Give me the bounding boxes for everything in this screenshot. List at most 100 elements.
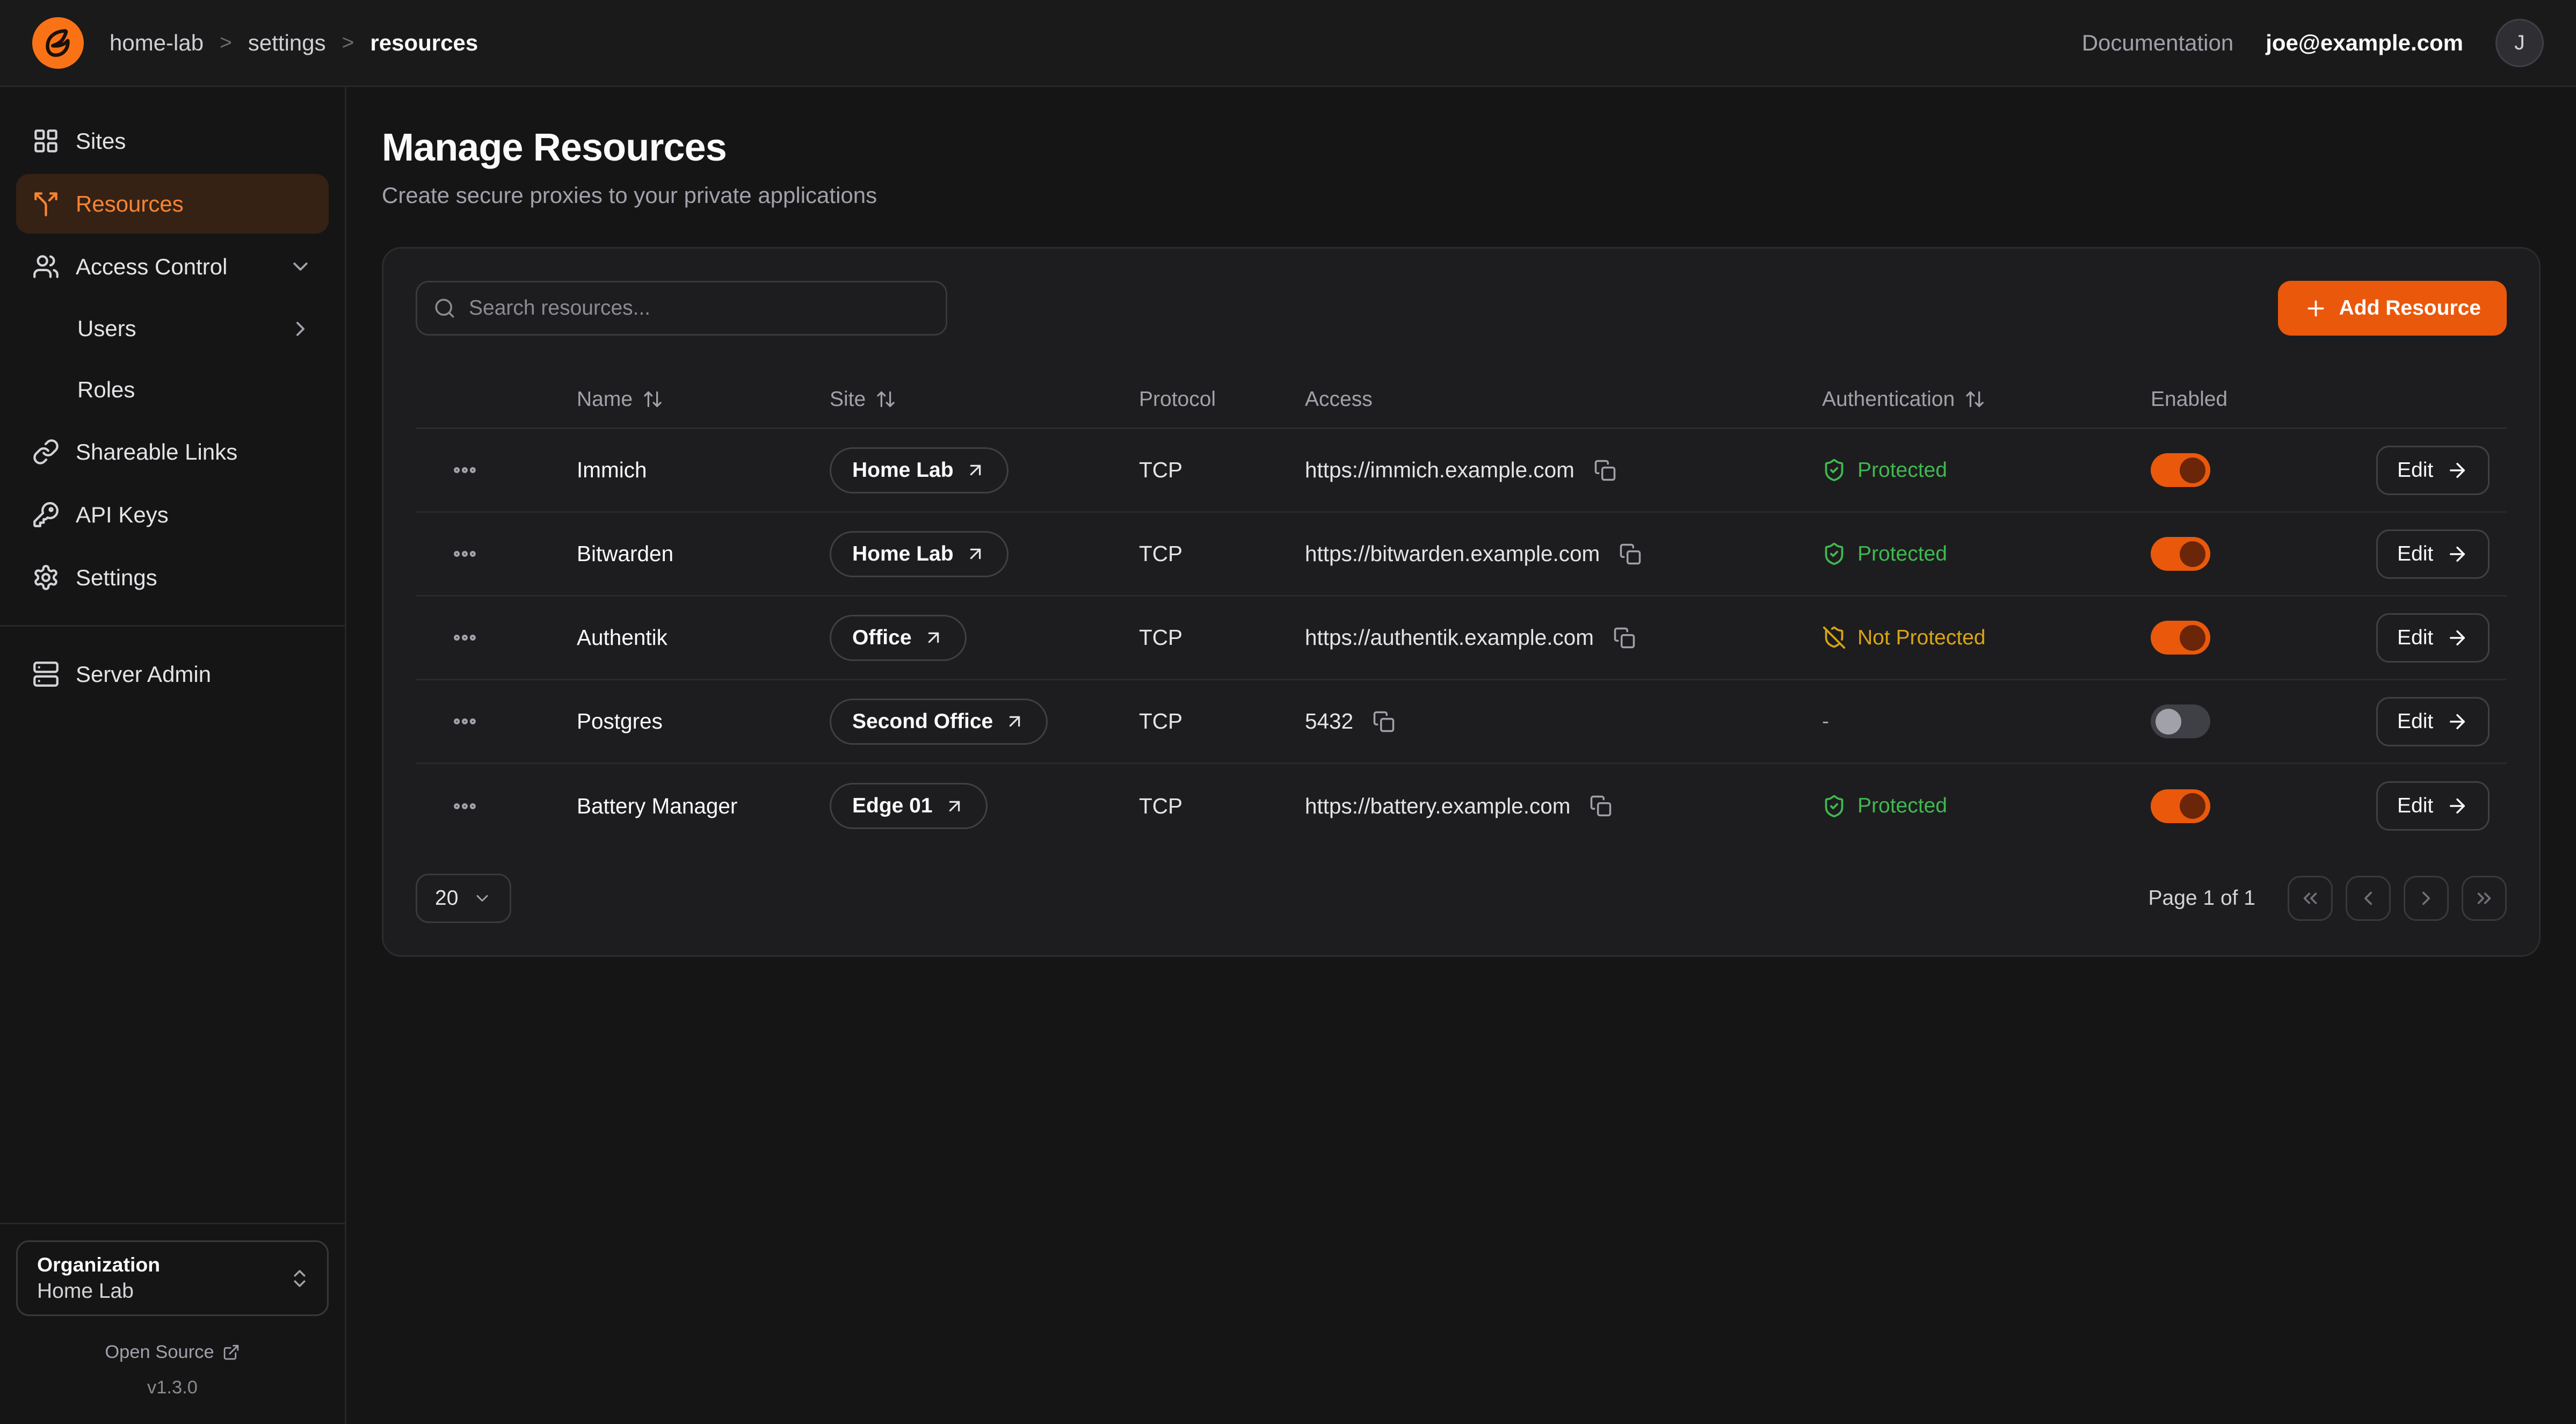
topbar: home-lab > settings > resources Document… bbox=[0, 0, 2576, 87]
split-icon bbox=[32, 190, 60, 217]
arrow-right-icon bbox=[2446, 795, 2469, 817]
sidebar-item-sites[interactable]: Sites bbox=[16, 111, 329, 171]
server-icon bbox=[32, 660, 60, 688]
first-page-button[interactable] bbox=[2288, 876, 2333, 921]
copy-button[interactable] bbox=[1369, 707, 1398, 736]
site-link[interactable]: Home Lab bbox=[830, 531, 1008, 577]
table-row: Immich Home Lab TCP https://immich.examp… bbox=[416, 429, 2507, 513]
auth-badge: - bbox=[1822, 710, 1829, 733]
breadcrumb-home-lab[interactable]: home-lab bbox=[110, 30, 204, 56]
access-url: https://battery.example.com bbox=[1305, 794, 1570, 819]
site-link[interactable]: Home Lab bbox=[830, 447, 1008, 493]
add-resource-button[interactable]: Add Resource bbox=[2278, 281, 2507, 336]
row-menu-button[interactable] bbox=[445, 534, 485, 574]
header-protocol: Protocol bbox=[1139, 388, 1305, 411]
page-info: Page 1 of 1 bbox=[2149, 887, 2256, 910]
avatar[interactable]: J bbox=[2495, 19, 2544, 67]
access-url: https://bitwarden.example.com bbox=[1305, 541, 1600, 566]
edit-button[interactable]: Edit bbox=[2376, 446, 2490, 495]
resource-name: Battery Manager bbox=[577, 794, 830, 819]
ellipsis-icon bbox=[451, 456, 478, 484]
enabled-toggle[interactable] bbox=[2151, 453, 2210, 487]
sidebar-item-shareable-links[interactable]: Shareable Links bbox=[16, 422, 329, 482]
page-size-value: 20 bbox=[435, 887, 458, 910]
page-size-select[interactable]: 20 bbox=[416, 874, 511, 923]
protocol-cell: TCP bbox=[1139, 541, 1305, 566]
sidebar-item-roles[interactable]: Roles bbox=[16, 361, 329, 419]
sidebar-item-label: Access Control bbox=[76, 254, 227, 280]
link-icon bbox=[32, 438, 60, 466]
sidebar-item-label: Users bbox=[77, 316, 136, 342]
copy-button[interactable] bbox=[1610, 623, 1639, 652]
last-page-button[interactable] bbox=[2462, 876, 2507, 921]
header-name[interactable]: Name bbox=[577, 388, 830, 411]
enabled-toggle[interactable] bbox=[2151, 621, 2210, 655]
chevrons-up-down-icon bbox=[288, 1267, 311, 1290]
chevron-right-icon bbox=[288, 317, 313, 341]
sidebar-item-resources[interactable]: Resources bbox=[16, 174, 329, 234]
users-icon bbox=[32, 253, 60, 280]
ellipsis-icon bbox=[451, 708, 478, 735]
row-menu-button[interactable] bbox=[445, 786, 485, 826]
next-page-button[interactable] bbox=[2404, 876, 2449, 921]
header-access: Access bbox=[1305, 388, 1822, 411]
header-authentication[interactable]: Authentication bbox=[1822, 388, 2151, 411]
sidebar-item-users[interactable]: Users bbox=[16, 300, 329, 358]
breadcrumb-separator: > bbox=[220, 31, 232, 55]
search-input[interactable] bbox=[416, 281, 947, 336]
chevron-down-icon bbox=[288, 255, 313, 279]
shield-check-icon bbox=[1822, 458, 1846, 482]
search-icon bbox=[433, 297, 456, 319]
table-row: Bitwarden Home Lab TCP https://bitwarden… bbox=[416, 513, 2507, 597]
resource-name: Postgres bbox=[577, 709, 830, 734]
copy-button[interactable] bbox=[1616, 540, 1645, 569]
enabled-toggle[interactable] bbox=[2151, 789, 2210, 823]
protocol-cell: TCP bbox=[1139, 625, 1305, 650]
resource-name: Authentik bbox=[577, 625, 830, 650]
add-resource-label: Add Resource bbox=[2339, 296, 2481, 320]
copy-button[interactable] bbox=[1591, 456, 1620, 485]
sidebar-item-label: API Keys bbox=[76, 502, 169, 528]
search-wrap bbox=[416, 281, 947, 336]
edit-button[interactable]: Edit bbox=[2376, 697, 2490, 746]
sidebar-item-access-control[interactable]: Access Control bbox=[16, 237, 329, 296]
header-site[interactable]: Site bbox=[830, 388, 1139, 411]
external-link-icon bbox=[222, 1343, 240, 1361]
site-link[interactable]: Office bbox=[830, 615, 967, 661]
table-row: Postgres Second Office TCP 5432 - Edit bbox=[416, 680, 2507, 764]
resources-table: Name Site Protocol Access Authentication… bbox=[416, 371, 2507, 848]
row-menu-button[interactable] bbox=[445, 450, 485, 490]
edit-button[interactable]: Edit bbox=[2376, 529, 2490, 579]
key-icon bbox=[32, 501, 60, 528]
edit-button[interactable]: Edit bbox=[2376, 613, 2490, 663]
shield-off-icon bbox=[1822, 626, 1846, 650]
version-label: v1.3.0 bbox=[0, 1377, 345, 1398]
breadcrumb-settings[interactable]: settings bbox=[248, 30, 326, 56]
resource-name: Immich bbox=[577, 457, 830, 483]
copy-button[interactable] bbox=[1586, 791, 1615, 820]
chevrons-right-icon bbox=[2473, 887, 2495, 910]
row-menu-button[interactable] bbox=[445, 701, 485, 742]
documentation-link[interactable]: Documentation bbox=[2082, 30, 2234, 56]
sidebar-item-label: Resources bbox=[76, 191, 184, 217]
sidebar-item-server-admin[interactable]: Server Admin bbox=[16, 644, 329, 704]
auth-badge: Protected bbox=[1822, 542, 1947, 566]
edit-button[interactable]: Edit bbox=[2376, 781, 2490, 831]
breadcrumb: home-lab > settings > resources bbox=[110, 30, 478, 56]
site-link[interactable]: Edge 01 bbox=[830, 783, 988, 829]
row-menu-button[interactable] bbox=[445, 617, 485, 658]
previous-page-button[interactable] bbox=[2346, 876, 2391, 921]
breadcrumb-separator: > bbox=[342, 31, 354, 55]
auth-badge: Not Protected bbox=[1822, 626, 1985, 650]
enabled-toggle[interactable] bbox=[2151, 704, 2210, 738]
sort-icon bbox=[642, 389, 663, 410]
access-url: https://immich.example.com bbox=[1305, 457, 1574, 483]
enabled-toggle[interactable] bbox=[2151, 537, 2210, 571]
sidebar-item-settings[interactable]: Settings bbox=[16, 548, 329, 607]
organization-selector[interactable]: Organization Home Lab bbox=[16, 1240, 329, 1316]
site-link[interactable]: Second Office bbox=[830, 699, 1048, 745]
app-logo[interactable] bbox=[32, 17, 84, 69]
open-source-link[interactable]: Open Source bbox=[0, 1342, 345, 1363]
copy-icon bbox=[1590, 795, 1612, 817]
sidebar-item-api-keys[interactable]: API Keys bbox=[16, 485, 329, 544]
